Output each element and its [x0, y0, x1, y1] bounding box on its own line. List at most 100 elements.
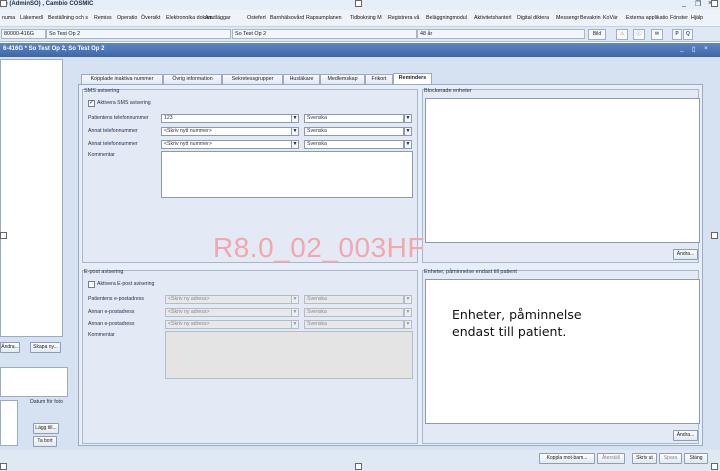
stang-button[interactable]: Stäng	[684, 453, 708, 464]
email-comment-field[interactable]	[165, 331, 413, 379]
left-andra-button[interactable]: Ändra...	[0, 342, 20, 353]
sms-group-title: SMS avisering	[84, 88, 120, 94]
blocked-units-title: Blockerade enheter	[424, 88, 472, 94]
personnummer-field[interactable]: 80000-416G	[1, 29, 46, 39]
left-list[interactable]	[0, 59, 63, 337]
chevron-down-icon[interactable]: ▼	[404, 114, 412, 123]
left-text-box[interactable]	[0, 367, 68, 397]
spara-button[interactable]: Spara	[659, 453, 682, 464]
lagg-till-button[interactable]: Lägg till...	[33, 423, 59, 434]
email-activate-checkbox[interactable]	[88, 281, 95, 288]
menu-item[interactable]: Messengr	[556, 15, 579, 21]
menu-item[interactable]: Externa applikatio	[626, 15, 668, 21]
menu-item[interactable]: Ostefert	[247, 15, 266, 21]
inner-minimize-button[interactable]: _	[680, 45, 684, 52]
menu-item[interactable]: Beläggningmodul	[426, 15, 467, 21]
patient-name2-field[interactable]: So Test Op 2	[232, 29, 417, 39]
inner-close-button[interactable]: ×	[704, 45, 708, 52]
chevron-down-icon[interactable]: ▼	[404, 127, 412, 136]
email-row3-language[interactable]: Svenska	[304, 320, 404, 329]
menu-item[interactable]: Anutläggar	[205, 15, 231, 21]
resize-handle[interactable]	[0, 463, 7, 470]
sms-row1-label: Patientens telefonnummer	[88, 115, 149, 121]
chevron-down-icon[interactable]: ▼	[404, 295, 412, 304]
tab-medlemskap[interactable]: Medlemskap	[320, 74, 365, 84]
resize-handle[interactable]	[0, 232, 7, 239]
inner-restore-button[interactable]: ▯	[692, 45, 696, 53]
koppla-button[interactable]: Koppla mot-bam...	[539, 453, 595, 464]
bild-button[interactable]: Bild	[588, 29, 606, 40]
sms-row2-number[interactable]: <Skriv nytt nummer>	[161, 127, 292, 136]
menu-item[interactable]: Registrera vå	[388, 15, 420, 21]
menu-item[interactable]: KoVär	[603, 15, 618, 21]
tab-frikort[interactable]: Frikort	[365, 74, 393, 84]
chevron-down-icon[interactable]: ▼	[291, 320, 299, 329]
email-row2-language[interactable]: Svenska	[304, 308, 404, 317]
menu-item[interactable]: Hjälp	[691, 15, 703, 21]
resize-handle[interactable]	[355, 463, 362, 470]
chevron-down-icon[interactable]: ▼	[404, 320, 412, 329]
resize-handle[interactable]	[355, 0, 362, 7]
sms-row1-number[interactable]: 123	[161, 114, 292, 123]
patient-only-units-list[interactable]	[425, 279, 700, 424]
q-button[interactable]: Q	[683, 29, 693, 40]
aterstall-button[interactable]: Återställ	[597, 453, 625, 464]
menu-item[interactable]: Digital diktera	[517, 15, 549, 21]
datum-for-foto-label: Datum för foto	[30, 399, 63, 405]
email-row2-address[interactable]: <Skriv ny adress>	[165, 308, 292, 317]
info-icon[interactable]: ⓘ	[633, 29, 645, 40]
menu-item[interactable]: Bevakrin	[580, 15, 601, 21]
blocked-units-list[interactable]	[425, 98, 700, 243]
resize-handle[interactable]	[711, 232, 718, 239]
sms-row1-language[interactable]: Svenska	[304, 114, 404, 123]
email-row3-address[interactable]: <Skriv ny adress>	[165, 320, 292, 329]
resize-handle[interactable]	[0, 0, 7, 7]
menu-item[interactable]: Beställning och s	[48, 15, 88, 21]
sms-activate-checkbox[interactable]: ✓	[88, 100, 95, 107]
email-row1-address[interactable]: <Skriv ny adress>	[165, 295, 292, 304]
menu-item[interactable]: Rapsumplanen	[306, 15, 342, 21]
chevron-down-icon[interactable]: ▼	[291, 114, 299, 123]
tab-sekretessgrupper[interactable]: Sekretessgrupper	[222, 74, 283, 84]
version-watermark: R8.0_02_003HF	[213, 232, 425, 263]
chevron-down-icon[interactable]: ▼	[291, 127, 299, 136]
tab-kopplade-inaktiva-nummer[interactable]: Kopplade inaktiva nummer	[81, 74, 163, 84]
ta-bort-button[interactable]: Ta bort	[33, 436, 57, 447]
sms-row3-number[interactable]: <Skriv nytt nummer>	[161, 140, 292, 149]
warning-icon[interactable]: ⚠	[616, 29, 628, 40]
chevron-down-icon[interactable]: ▼	[291, 308, 299, 317]
menu-item[interactable]: numa	[2, 15, 15, 21]
sms-row3-language[interactable]: Svenska	[304, 140, 404, 149]
menu-item[interactable]: Operatio	[117, 15, 137, 21]
tab-reminders[interactable]: Reminders	[393, 73, 432, 84]
inner-window-title: 6-416G * So Test Op 2, So Test Op 2	[3, 46, 105, 52]
menu-item[interactable]: Tidbokning M	[350, 15, 382, 21]
menu-item[interactable]: Läkemedl	[20, 15, 43, 21]
blocked-andra-button[interactable]: Ändra...	[673, 249, 698, 260]
menu-item[interactable]: Aktivitetshanterl	[474, 15, 511, 21]
menu-item[interactable]: Remiss	[94, 15, 112, 21]
chevron-down-icon[interactable]: ▼	[291, 140, 299, 149]
patient-only-andra-button[interactable]: Ändra...	[673, 430, 698, 441]
minimize-button[interactable]: _	[682, 0, 686, 7]
menu-item[interactable]: Översikt	[141, 15, 160, 21]
p-button[interactable]: P	[672, 29, 682, 40]
message-icon[interactable]: ✉	[651, 29, 663, 40]
tab-ovrig-information[interactable]: Övrig information	[163, 74, 222, 84]
sms-row2-language[interactable]: Svenska	[304, 127, 404, 136]
restore-button[interactable]: ❐	[695, 0, 701, 8]
chevron-down-icon[interactable]: ▼	[404, 308, 412, 317]
resize-handle[interactable]	[711, 0, 718, 7]
menu-item[interactable]: Barnhälsovård	[270, 15, 304, 21]
sms-row3-label: Annat telefonnummer	[88, 141, 138, 147]
menu-item[interactable]: Fönster	[670, 15, 688, 21]
email-row1-language[interactable]: Svenska	[304, 295, 404, 304]
skriv-ut-button[interactable]: Skriv ut	[632, 453, 657, 464]
resize-handle[interactable]	[711, 463, 718, 470]
patient-name-field[interactable]: So Test Op 2	[46, 29, 231, 39]
skapa-ny-button[interactable]: Skapa ny...	[30, 342, 61, 353]
chevron-down-icon[interactable]: ▼	[291, 295, 299, 304]
chevron-down-icon[interactable]: ▼	[404, 140, 412, 149]
sms-comment-field[interactable]	[161, 151, 413, 198]
tab-huslakare[interactable]: Husläkare	[283, 74, 320, 84]
